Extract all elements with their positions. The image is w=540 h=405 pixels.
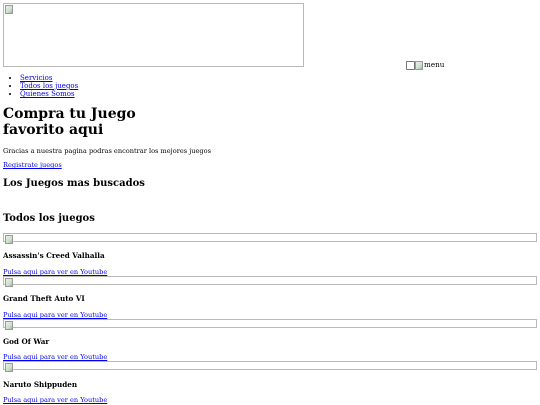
- youtube-link[interactable]: Pulsa aqui para ver en Youtube: [3, 396, 107, 404]
- nav-item-quienes-somos: Quienes Somos: [20, 90, 78, 98]
- nav-link-todos-los-juegos[interactable]: Todos los juegos: [20, 82, 78, 90]
- main-nav: Servicios Todos los juegos Quienes Somos: [20, 74, 78, 98]
- game-title: Grand Theft Auto VI: [3, 294, 85, 303]
- nav-item-todos-los-juegos: Todos los juegos: [20, 82, 78, 90]
- game-image: [3, 319, 537, 330]
- game-title: God Of War: [3, 337, 50, 346]
- register-link[interactable]: Registrate juegos: [3, 161, 62, 169]
- youtube-link[interactable]: Pulsa aqui para ver en Youtube: [3, 353, 107, 361]
- game-image: [3, 361, 537, 372]
- hero-title-line1: Compra tu Juego: [3, 106, 136, 122]
- logo-image: [3, 3, 304, 67]
- all-games-heading: Todos los juegos: [3, 213, 95, 224]
- menu-alt-text: menu: [424, 60, 445, 69]
- most-searched-heading: Los Juegos mas buscados: [3, 178, 145, 189]
- nav-item-servicios: Servicios: [20, 74, 78, 82]
- nav-link-servicios[interactable]: Servicios: [20, 74, 52, 82]
- broken-image-icon: [415, 60, 423, 70]
- hero-title-line2: favorito aqui: [3, 122, 104, 138]
- broken-image-icon: [5, 235, 13, 244]
- broken-image-icon: [5, 321, 13, 330]
- game-title: Assassin's Creed Valhalla: [3, 251, 105, 260]
- game-title: Naruto Shippuden: [3, 380, 78, 389]
- game-image: [3, 276, 537, 287]
- hero-title: Compra tu Juego favorito aqui: [3, 106, 136, 138]
- broken-image-icon: [5, 278, 13, 287]
- youtube-link[interactable]: Pulsa aqui para ver en Youtube: [3, 268, 107, 276]
- menu-toggle-checkbox[interactable]: [406, 61, 415, 70]
- game-image: [3, 233, 537, 244]
- youtube-link[interactable]: Pulsa aqui para ver en Youtube: [3, 311, 107, 319]
- hero-subtitle: Gracias a nuestra pagina podras encontra…: [3, 147, 211, 155]
- menu-icon[interactable]: menu: [415, 60, 444, 70]
- nav-link-quienes-somos[interactable]: Quienes Somos: [20, 90, 75, 98]
- broken-image-icon: [5, 5, 13, 14]
- broken-image-icon: [5, 363, 13, 372]
